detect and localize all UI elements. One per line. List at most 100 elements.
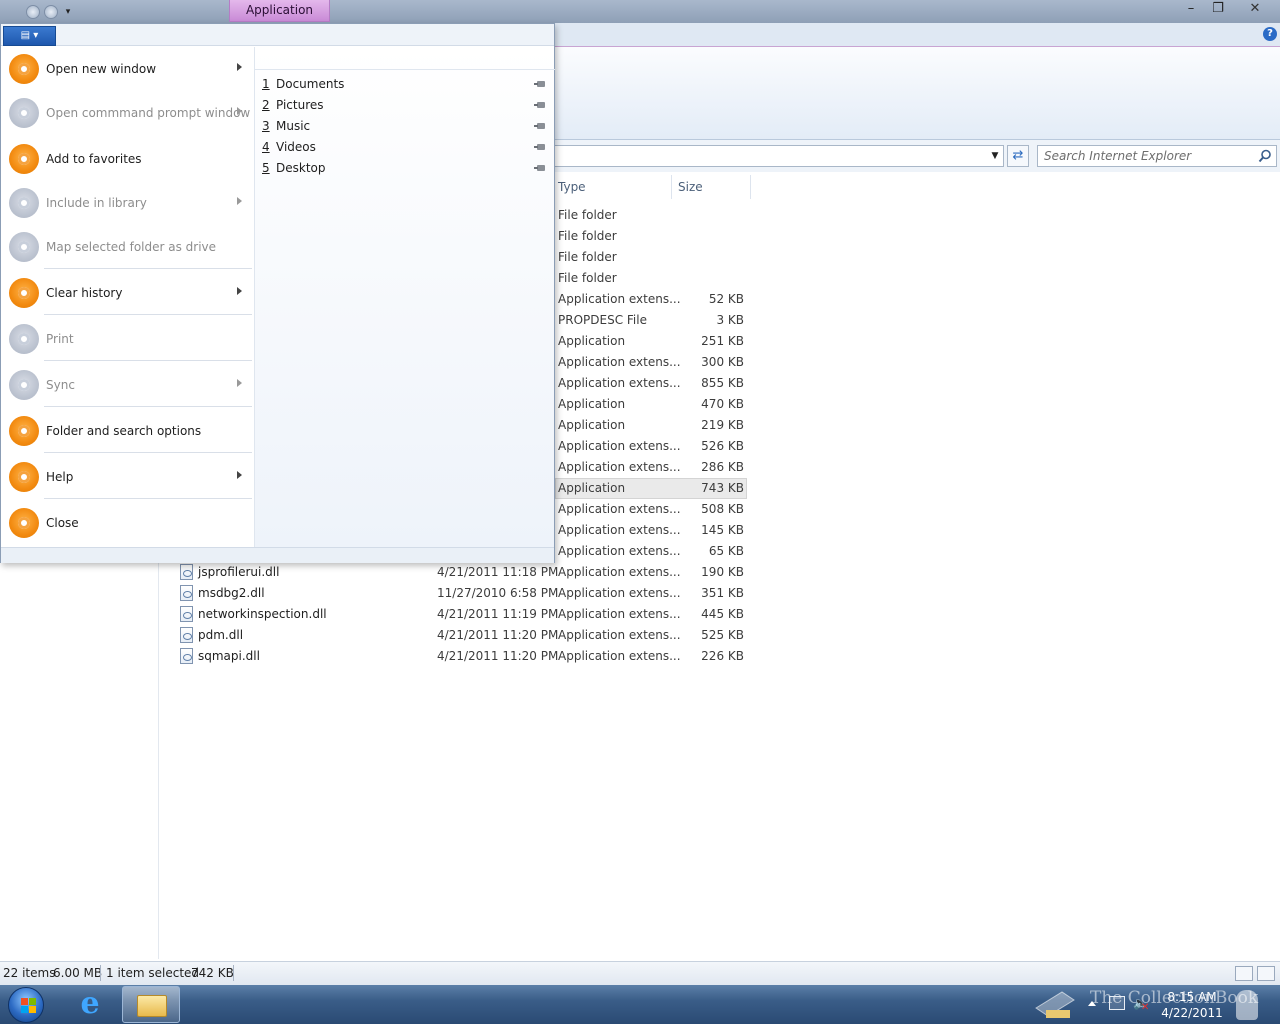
column-header-size[interactable]: Size (678, 178, 703, 198)
menu-item-print[interactable]: Print (0, 317, 253, 361)
details-view-icon[interactable] (1235, 966, 1253, 981)
file-size[interactable]: 470 KB (684, 394, 744, 415)
help-icon[interactable]: ? (1263, 27, 1277, 41)
application-menu-button[interactable]: ▤ ▾ (3, 26, 56, 46)
file-date[interactable]: 11/27/2010 6:58 PM (437, 583, 558, 604)
column-divider[interactable] (750, 175, 751, 199)
file-type[interactable]: File folder (558, 247, 617, 268)
file-size[interactable]: 743 KB (684, 478, 744, 499)
close-window-button[interactable]: ✕ (1232, 0, 1278, 20)
file-type[interactable]: Application (558, 394, 625, 415)
maximize-button[interactable]: ❐ (1205, 0, 1231, 20)
file-date[interactable]: 4/21/2011 11:20 PM (437, 625, 558, 646)
pin-icon[interactable] (534, 101, 548, 109)
file-type[interactable]: Application extens... (558, 604, 681, 625)
taskbar-windows-explorer[interactable] (122, 986, 180, 1023)
clock[interactable]: 8:15 AM 4/22/2011 (1160, 989, 1224, 1021)
address-bar[interactable] (554, 145, 1004, 167)
file-size[interactable]: 351 KB (684, 583, 744, 604)
frequent-place-item[interactable]: 5 Desktop (262, 158, 552, 179)
file-type[interactable]: Application (558, 478, 625, 499)
file-type[interactable]: File folder (558, 205, 617, 226)
refresh-button[interactable]: ⇄ (1007, 145, 1029, 167)
file-size[interactable]: 526 KB (684, 436, 744, 457)
menu-item-sync[interactable]: Sync (0, 363, 253, 407)
minimize-button[interactable]: – (1178, 0, 1204, 20)
show-hidden-icons-icon[interactable] (1088, 1001, 1096, 1006)
file-size[interactable]: 65 KB (684, 541, 744, 562)
file-type[interactable]: Application extens... (558, 457, 681, 478)
file-type[interactable]: Application extens... (558, 625, 681, 646)
qat-button-icon[interactable] (26, 4, 40, 19)
file-size[interactable]: 525 KB (684, 625, 744, 646)
pin-icon[interactable] (534, 122, 548, 130)
qat-dropdown-icon[interactable]: ▾ (62, 6, 74, 18)
file-size[interactable]: 286 KB (684, 457, 744, 478)
file-name[interactable]: msdbg2.dll (198, 583, 265, 604)
menu-item-clear-history[interactable]: Clear history (0, 271, 253, 315)
frequent-place-item[interactable]: 3 Music (262, 116, 552, 137)
qat-button-icon[interactable] (44, 4, 58, 19)
file-size[interactable]: 445 KB (684, 604, 744, 625)
menu-item-open-commmand-prompt-window[interactable]: Open commmand prompt window (0, 91, 253, 135)
file-name[interactable]: sqmapi.dll (198, 646, 260, 667)
file-size[interactable] (684, 205, 744, 226)
menu-item-folder-and-search-options[interactable]: Folder and search options (0, 409, 253, 453)
file-type[interactable]: Application extens... (558, 289, 681, 310)
menu-item-help[interactable]: Help (0, 455, 253, 499)
file-size[interactable] (684, 247, 744, 268)
file-type[interactable]: Application extens... (558, 646, 681, 667)
file-type[interactable]: Application (558, 415, 625, 436)
file-type[interactable]: File folder (558, 226, 617, 247)
file-size[interactable]: 855 KB (684, 373, 744, 394)
file-size[interactable] (684, 226, 744, 247)
file-name[interactable]: pdm.dll (198, 625, 243, 646)
file-type[interactable]: Application extens... (558, 499, 681, 520)
volume-muted-icon[interactable]: 🔈 ✕ (1133, 996, 1149, 1013)
file-type[interactable]: Application extens... (558, 541, 681, 562)
pin-icon[interactable] (534, 143, 548, 151)
file-type[interactable]: PROPDESC File (558, 310, 647, 331)
file-size[interactable]: 226 KB (684, 646, 744, 667)
file-type[interactable]: Application extens... (558, 520, 681, 541)
file-date[interactable]: 4/21/2011 11:18 PM (437, 562, 558, 583)
address-dropdown-icon[interactable]: ▼ (988, 147, 1002, 165)
frequent-place-item[interactable]: 2 Pictures (262, 95, 552, 116)
file-size[interactable]: 300 KB (684, 352, 744, 373)
file-size[interactable]: 145 KB (684, 520, 744, 541)
file-size[interactable]: 219 KB (684, 415, 744, 436)
pin-icon[interactable] (534, 164, 548, 172)
file-type[interactable]: Application (558, 331, 625, 352)
column-header-type[interactable]: Type (558, 178, 586, 198)
file-type[interactable]: Application extens... (558, 436, 681, 457)
pin-icon[interactable] (534, 80, 548, 88)
file-name[interactable]: networkinspection.dll (198, 604, 327, 625)
file-size[interactable] (684, 268, 744, 289)
search-icon[interactable] (1258, 149, 1272, 163)
contextual-tab-application-tools[interactable]: Application Tools (229, 0, 330, 37)
menu-item-close[interactable]: Close (0, 501, 253, 545)
frequent-place-item[interactable]: 1 Documents (262, 74, 552, 95)
network-icon[interactable] (1109, 996, 1125, 1010)
file-size[interactable]: 508 KB (684, 499, 744, 520)
file-type[interactable]: Application extens... (558, 562, 681, 583)
menu-item-open-new-window[interactable]: Open new window (0, 47, 253, 91)
file-type[interactable]: File folder (558, 268, 617, 289)
file-type[interactable]: Application extens... (558, 583, 681, 604)
column-divider[interactable] (671, 175, 672, 199)
menu-item-include-in-library[interactable]: Include in library (0, 181, 253, 225)
file-type[interactable]: Application extens... (558, 373, 681, 394)
file-size[interactable]: 251 KB (684, 331, 744, 352)
start-button[interactable] (5, 985, 47, 1024)
frequent-place-item[interactable]: 4 Videos (262, 137, 552, 158)
file-date[interactable]: 4/21/2011 11:19 PM (437, 604, 558, 625)
file-type[interactable]: Application extens... (558, 352, 681, 373)
large-icons-view-icon[interactable] (1257, 966, 1275, 981)
file-name[interactable]: jsprofilerui.dll (198, 562, 279, 583)
taskbar-internet-explorer[interactable]: e (70, 987, 110, 1023)
menu-item-map-selected-folder-as-drive[interactable]: Map selected folder as drive (0, 225, 253, 269)
file-size[interactable]: 190 KB (684, 562, 744, 583)
search-input[interactable] (1044, 146, 1254, 166)
file-size[interactable]: 52 KB (684, 289, 744, 310)
file-size[interactable]: 3 KB (684, 310, 744, 331)
